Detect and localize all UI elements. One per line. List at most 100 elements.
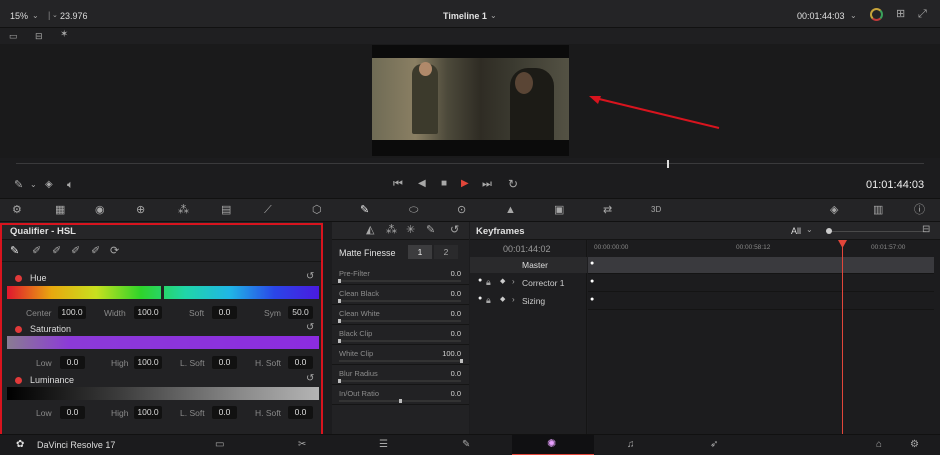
- matte-row[interactable]: Clean White 0.0: [332, 305, 469, 325]
- play-icon[interactable]: ▶: [461, 177, 469, 191]
- corrector-keyframe-icon[interactable]: ◆: [500, 277, 505, 285]
- rgb-mixer-icon[interactable]: ⁂: [178, 203, 189, 217]
- matte-row-value[interactable]: 0.0: [451, 269, 461, 278]
- matte-row-value[interactable]: 0.0: [451, 329, 461, 338]
- matte-row-slider-handle[interactable]: [338, 339, 341, 343]
- single-viewer-icon[interactable]: ▭: [9, 29, 18, 43]
- color-page-tab[interactable]: ✺: [512, 435, 594, 455]
- sizing-keyframe-icon[interactable]: ◆: [500, 295, 505, 303]
- cut-page-icon[interactable]: ✂: [298, 438, 306, 452]
- color-wheels-icon[interactable]: ◉: [95, 203, 105, 217]
- matte-row-slider-handle[interactable]: [338, 319, 341, 323]
- matte-row-slider-handle[interactable]: [338, 379, 341, 383]
- blur-icon[interactable]: ▣: [554, 203, 564, 217]
- fps-dropdown-icon[interactable]: ⌄: [52, 9, 58, 23]
- zoom-level[interactable]: 15%: [10, 11, 28, 21]
- skip-to-start-icon[interactable]: ⏮︎: [393, 177, 403, 191]
- matte-row-slider[interactable]: [338, 339, 461, 343]
- rgb-mode-icon[interactable]: ⁂: [386, 223, 397, 237]
- sizing-keyframe[interactable]: ●: [590, 296, 594, 303]
- track-master[interactable]: Master: [470, 257, 587, 273]
- expand-icon[interactable]: ⊟: [922, 223, 930, 237]
- window-icon[interactable]: ⬭: [409, 203, 418, 217]
- matte-row[interactable]: Clean Black 0.0: [332, 285, 469, 305]
- corrector-lock-icon[interactable]: 🔒︎: [486, 275, 491, 289]
- audio-icon[interactable]: 🔈︎: [67, 178, 74, 192]
- zoom-slider[interactable]: [826, 231, 926, 232]
- tracker-icon[interactable]: ⊙: [457, 203, 466, 217]
- matte-row-slider[interactable]: [338, 319, 461, 323]
- scopes-icon[interactable]: ▥: [873, 203, 883, 217]
- magic-mask-icon[interactable]: ▲: [505, 203, 516, 217]
- color-wheel-icon[interactable]: [870, 8, 883, 21]
- 3d-mode-icon[interactable]: ✎: [426, 223, 435, 237]
- fairlight-page-icon[interactable]: ♫: [627, 438, 635, 452]
- keyframes-filter[interactable]: All: [791, 226, 801, 236]
- stop-icon[interactable]: ■: [441, 177, 447, 191]
- master-keyframe[interactable]: ●: [590, 260, 594, 267]
- edit-page-icon[interactable]: ☰: [379, 438, 388, 452]
- video-frame[interactable]: [372, 45, 569, 156]
- qualifier-mode-icon[interactable]: ◭: [366, 223, 374, 237]
- loop-icon[interactable]: ↻: [508, 177, 518, 191]
- camera-raw-icon[interactable]: ⚙: [12, 203, 22, 217]
- matte-row-slider[interactable]: [338, 379, 461, 383]
- motion-effects-icon[interactable]: ▤: [221, 203, 231, 217]
- playhead-cap-icon[interactable]: [838, 240, 847, 248]
- settings-gear-icon[interactable]: ⚙: [910, 438, 919, 452]
- magic-wand-icon[interactable]: ✶: [60, 28, 68, 42]
- matte-row-slider-handle[interactable]: [460, 359, 463, 363]
- scrubber-bar[interactable]: [16, 163, 924, 164]
- matte-row-slider[interactable]: [339, 359, 463, 363]
- layers-icon[interactable]: ◈: [45, 178, 53, 192]
- matte-row-value[interactable]: 0.0: [451, 389, 461, 398]
- corrector-expand-icon[interactable]: ›: [512, 277, 515, 286]
- matte-row-slider-handle[interactable]: [399, 399, 402, 403]
- 3d-icon[interactable]: 3D: [651, 203, 661, 217]
- zoom-dropdown-icon[interactable]: ⌄: [32, 9, 39, 23]
- sizing-lock-icon[interactable]: 🔒︎: [486, 293, 491, 307]
- luminance-mode-icon[interactable]: ✳: [406, 223, 415, 237]
- matte-row-value[interactable]: 0.0: [451, 289, 461, 298]
- sizing-dot-icon[interactable]: ●: [478, 295, 482, 302]
- sizing-expand-icon[interactable]: ›: [512, 295, 515, 304]
- matte-row[interactable]: White Clip 100.0: [332, 345, 469, 365]
- step-back-icon[interactable]: ◀: [418, 177, 426, 191]
- key-icon[interactable]: ⇄: [603, 203, 612, 217]
- info-icon[interactable]: ⓘ: [914, 203, 925, 217]
- matte-row-slider[interactable]: [338, 279, 461, 283]
- zoom-slider-handle[interactable]: [826, 228, 832, 234]
- deliver-page-icon[interactable]: ➶: [710, 438, 718, 452]
- keyframes-panel-icon[interactable]: ◈: [830, 203, 838, 217]
- timecode-dropdown-icon[interactable]: ⌄: [850, 9, 857, 23]
- matte-row-value[interactable]: 0.0: [451, 369, 461, 378]
- matte-row[interactable]: In/Out Ratio 0.0: [332, 385, 469, 405]
- curves-icon[interactable]: ⟋: [264, 203, 272, 217]
- scrubber-handle[interactable]: [667, 160, 669, 168]
- matte-tab-1[interactable]: 1: [408, 245, 432, 259]
- fullscreen-icon[interactable]: ⤢: [918, 7, 927, 21]
- timeline-name[interactable]: Timeline 1: [443, 11, 487, 21]
- track-corrector[interactable]: ● 🔒︎ ◆ › Corrector 1: [470, 274, 587, 291]
- qualifier-icon[interactable]: ✎: [360, 203, 369, 217]
- hdr-wheels-icon[interactable]: ⊕: [136, 203, 145, 217]
- matte-row-value[interactable]: 100.0: [442, 349, 461, 358]
- matte-row-slider[interactable]: [338, 299, 461, 303]
- eyedropper-tool-icon[interactable]: ✎: [14, 178, 23, 192]
- color-warper-icon[interactable]: ⬡: [312, 203, 322, 217]
- matte-row[interactable]: Black Clip 0.0: [332, 325, 469, 345]
- tool-dropdown-icon[interactable]: ⌄: [30, 178, 37, 192]
- corrector-keyframe[interactable]: ●: [590, 278, 594, 285]
- matte-row-value[interactable]: 0.0: [451, 309, 461, 318]
- filter-dropdown-icon[interactable]: ⌄: [806, 223, 813, 237]
- keyframe-timeline[interactable]: 00:00:00:00 00:00:58:12 00:01:57:00 ● ● …: [588, 240, 940, 434]
- matte-row[interactable]: Blur Radius 0.0: [332, 365, 469, 385]
- matte-row-slider-handle[interactable]: [338, 279, 341, 283]
- matte-row[interactable]: Pre-Filter 0.0: [332, 265, 469, 285]
- timeline-dropdown-icon[interactable]: ⌄: [490, 9, 497, 23]
- track-sizing[interactable]: ● 🔒︎ ◆ › Sizing: [470, 292, 587, 309]
- keyframe-playhead[interactable]: [842, 240, 843, 434]
- matte-reset-icon[interactable]: ↺: [450, 223, 459, 237]
- matte-row-slider-handle[interactable]: [338, 299, 341, 303]
- color-match-icon[interactable]: ▦: [55, 203, 65, 217]
